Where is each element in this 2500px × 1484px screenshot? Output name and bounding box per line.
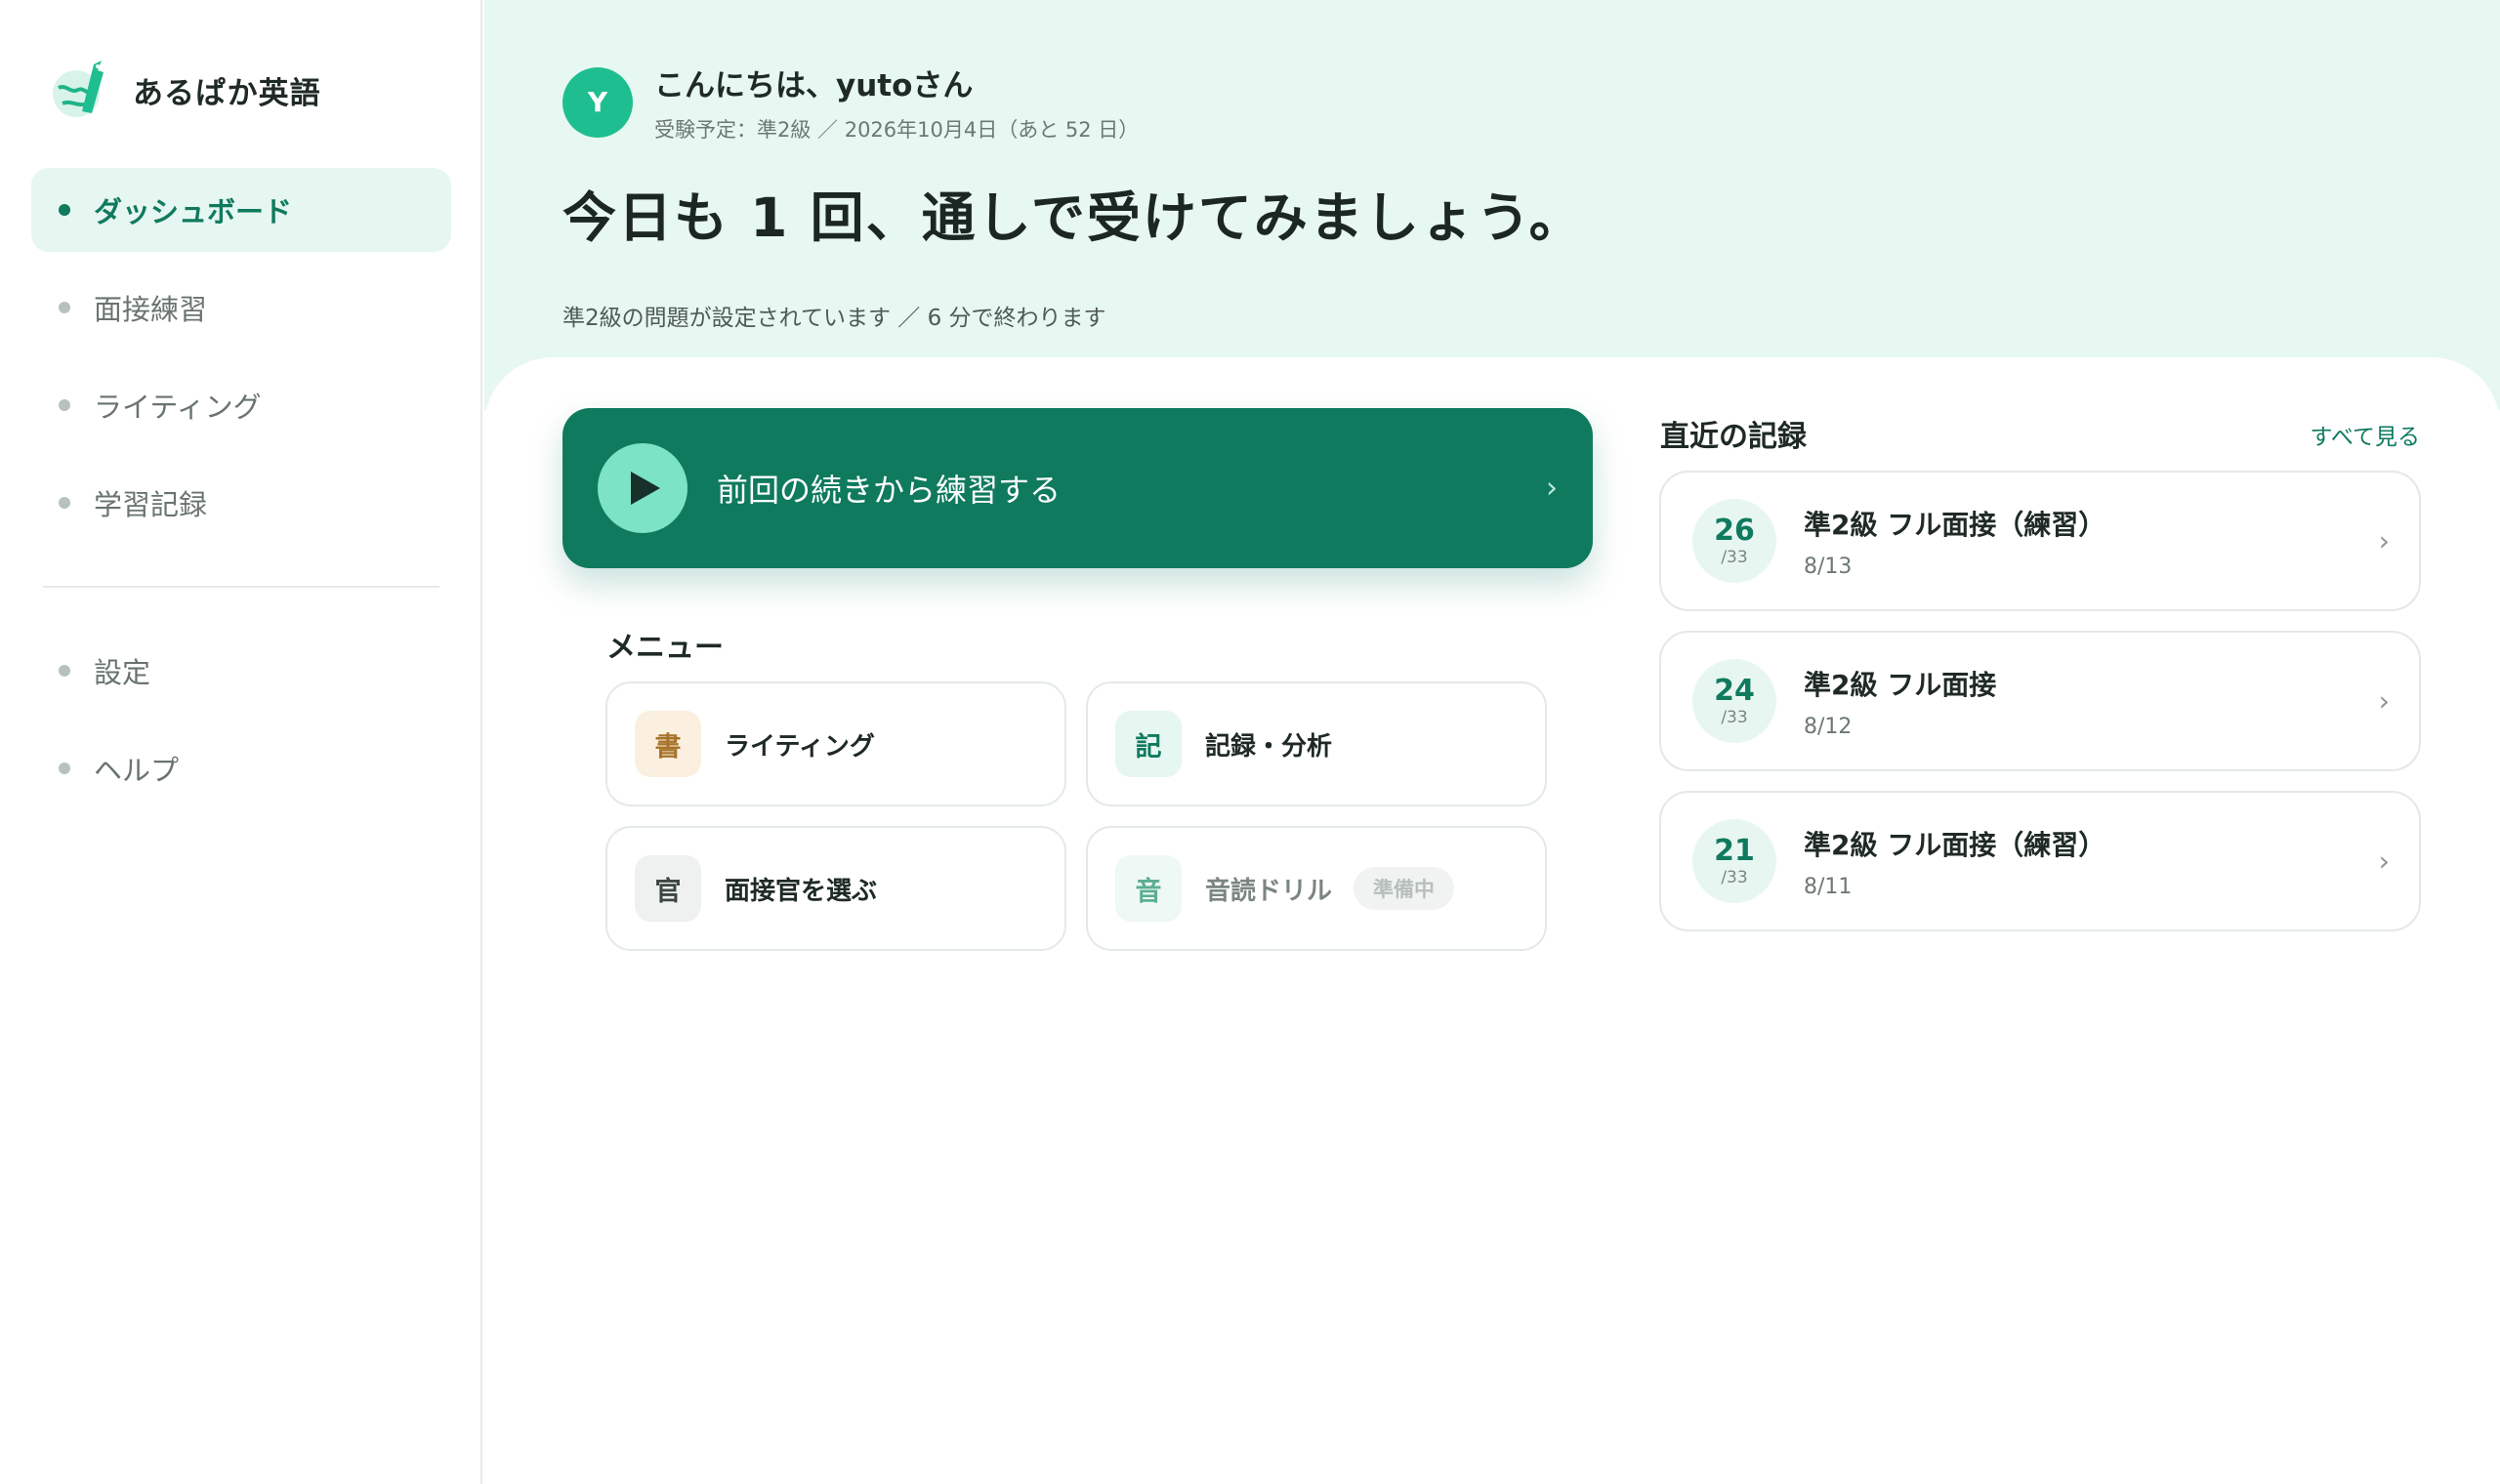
- chevron-right-icon: ›: [2378, 684, 2390, 718]
- record-name: 準2級 フル面接（練習）: [1804, 828, 2106, 861]
- record-name: 準2級 フル面接（練習）: [1804, 508, 2106, 541]
- sidebar-item-label: ライティング: [94, 391, 262, 424]
- sidebar-item-label: ダッシュボード: [94, 195, 293, 228]
- sidebar-divider: [43, 586, 439, 588]
- sidebar-nav: ダッシュボード 面接練習 ライティング 学習記録 設定 ヘルプ: [31, 168, 451, 824]
- play-button: [598, 443, 688, 533]
- hero-section: Y こんにちは、yutoさん 受験予定：準2級 ／ 2026年10月4日（あと …: [484, 0, 2500, 410]
- play-icon: [631, 472, 660, 505]
- score-badge: 24 /33: [1692, 659, 1776, 743]
- continue-practice-button[interactable]: 前回の続きから練習する ›: [562, 408, 1593, 568]
- score-max: /33: [1721, 867, 1748, 887]
- score-badge: 21 /33: [1692, 819, 1776, 903]
- record-info: 準2級 フル面接（練習） 8/11: [1804, 824, 2105, 899]
- brand[interactable]: あるぱか英語: [49, 55, 321, 125]
- record-item[interactable]: 26 /33 準2級 フル面接（練習） 8/13 ›: [1659, 471, 2421, 611]
- sidebar-item-label: 学習記録: [94, 488, 208, 521]
- bullet-icon: [59, 399, 70, 411]
- app-root: あるぱか英語 ダッシュボード 面接練習 ライティング 学習記録 設定 ヘルプ Y…: [0, 0, 2500, 1484]
- record-date: 8/11: [1804, 874, 1853, 899]
- sidebar-item-help[interactable]: ヘルプ: [31, 726, 451, 810]
- sidebar-item-label: ヘルプ: [94, 754, 180, 787]
- bullet-icon: [59, 497, 70, 509]
- greeting: Y こんにちは、yutoさん 受験予定：準2級 ／ 2026年10月4日（あと …: [562, 61, 1139, 144]
- sidebar-item-label: 面接練習: [94, 293, 208, 326]
- menu-item-label: 音読ドリル: [1205, 876, 1333, 906]
- chevron-right-icon: ›: [2378, 524, 2390, 557]
- greeting-title: こんにちは、yutoさん: [654, 68, 974, 103]
- coming-soon-badge: 準備中: [1354, 867, 1455, 910]
- audio-icon: 音: [1115, 855, 1182, 922]
- bullet-icon: [59, 204, 70, 216]
- score-max: /33: [1721, 547, 1748, 567]
- sidebar: あるぱか英語 ダッシュボード 面接練習 ライティング 学習記録 設定 ヘルプ: [0, 0, 482, 1484]
- score-max: /33: [1721, 707, 1748, 727]
- record-info: 準2級 フル面接 8/12: [1804, 664, 1996, 739]
- chevron-right-icon: ›: [2378, 845, 2390, 878]
- menu-item-label: ライティング: [725, 731, 875, 762]
- score-badge: 26 /33: [1692, 499, 1776, 583]
- record-item[interactable]: 21 /33 準2級 フル面接（練習） 8/11 ›: [1659, 791, 2421, 931]
- menu-item-label: 面接官を選ぶ: [725, 876, 878, 906]
- page-headline: 今日も 1 回、通しで受けてみましょう。: [562, 186, 1585, 249]
- writing-icon: 書: [635, 711, 701, 777]
- record-item[interactable]: 24 /33 準2級 フル面接 8/12 ›: [1659, 631, 2421, 771]
- see-all-link[interactable]: すべて見る: [2311, 418, 2420, 451]
- bullet-icon: [59, 665, 70, 677]
- sidebar-item-study-history[interactable]: 学習記録: [31, 461, 451, 545]
- avatar[interactable]: Y: [562, 66, 633, 138]
- sidebar-item-writing[interactable]: ライティング: [31, 363, 451, 447]
- exam-info: 受験予定：準2級 ／ 2026年10月4日（あと 52 日）: [654, 118, 1140, 142]
- bullet-icon: [59, 763, 70, 774]
- bullet-icon: [59, 302, 70, 313]
- record-name: 準2級 フル面接: [1804, 668, 1997, 701]
- logo-icon: [53, 61, 104, 117]
- score-value: 21: [1714, 833, 1755, 868]
- main-content: Y こんにちは、yutoさん 受験予定：準2級 ／ 2026年10月4日（あと …: [484, 0, 2500, 1484]
- sidebar-item-interview-practice[interactable]: 面接練習: [31, 266, 451, 350]
- sidebar-item-settings[interactable]: 設定: [31, 629, 451, 713]
- chevron-right-icon: ›: [1546, 471, 1558, 506]
- recent-records-title: 直近の記録: [1660, 420, 1807, 454]
- brand-name: あるぱか英語: [133, 75, 321, 111]
- score-value: 26: [1714, 513, 1755, 548]
- menu-item-reading-drill: 音 音読ドリル 準備中: [1086, 826, 1547, 951]
- record-date: 8/12: [1804, 714, 1853, 739]
- hero-note: 準2級の問題が設定されています ／ 6 分で終わります: [562, 306, 1106, 331]
- records-icon: 記: [1115, 711, 1182, 777]
- menu-item-label: 記録・分析: [1205, 731, 1333, 762]
- greeting-text: こんにちは、yutoさん 受験予定：準2級 ／ 2026年10月4日（あと 52…: [654, 61, 1139, 144]
- menu-item-choose-interviewer[interactable]: 官 面接官を選ぶ: [605, 826, 1066, 951]
- interviewer-icon: 官: [635, 855, 701, 922]
- score-value: 24: [1714, 673, 1755, 708]
- menu-item-records-analysis[interactable]: 記 記録・分析: [1086, 681, 1547, 806]
- record-info: 準2級 フル面接（練習） 8/13: [1804, 504, 2105, 579]
- record-date: 8/13: [1804, 554, 1853, 579]
- sidebar-item-label: 設定: [94, 656, 151, 689]
- continue-practice-label: 前回の続きから練習する: [717, 472, 1062, 509]
- menu-title: メニュー: [606, 631, 724, 665]
- menu-item-writing[interactable]: 書 ライティング: [605, 681, 1066, 806]
- sidebar-item-dashboard[interactable]: ダッシュボード: [31, 168, 451, 252]
